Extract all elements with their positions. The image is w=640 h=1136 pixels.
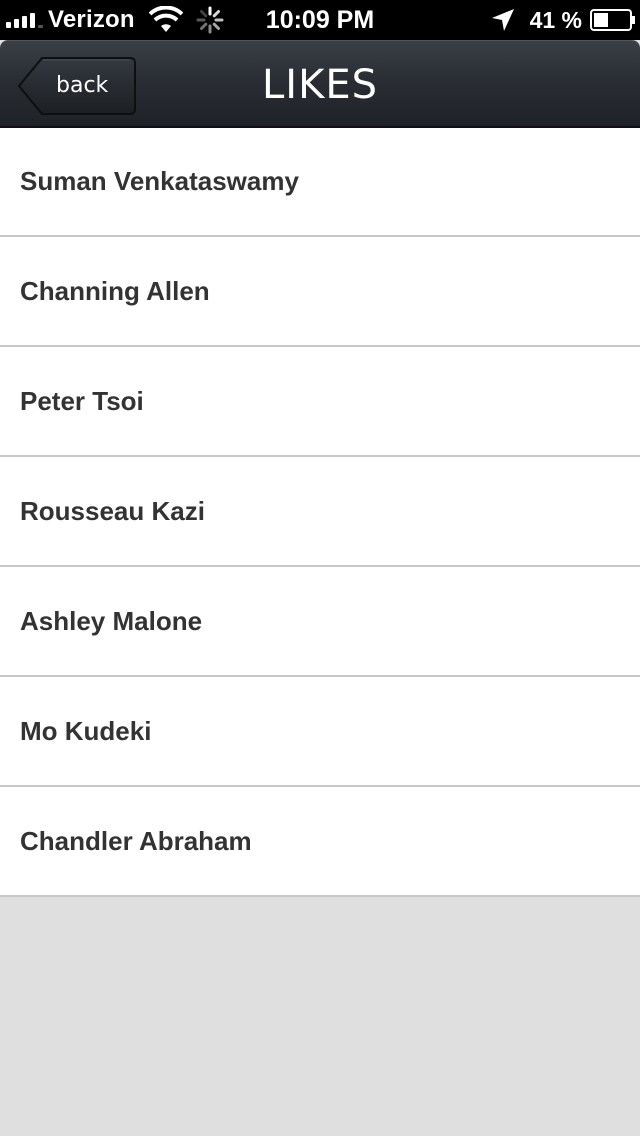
- list-item[interactable]: Suman Venkataswamy: [0, 128, 640, 237]
- list-item[interactable]: Channing Allen: [0, 237, 640, 347]
- page-title: LIKES: [262, 62, 378, 108]
- status-right: 41 %: [490, 0, 636, 40]
- list-item[interactable]: Rousseau Kazi: [0, 457, 640, 567]
- location-icon: [491, 9, 514, 31]
- battery-icon: [590, 9, 635, 31]
- battery-percent: 41 %: [529, 6, 582, 33]
- list-item[interactable]: Chandler Abraham: [0, 787, 640, 897]
- list-item[interactable]: Ashley Malone: [0, 567, 640, 677]
- user-name: Mo Kudeki: [20, 715, 152, 746]
- status-bar: Verizon 10:09 PM 41 %: [0, 0, 640, 40]
- user-name: Rousseau Kazi: [20, 495, 205, 526]
- list-item[interactable]: Mo Kudeki: [0, 677, 640, 787]
- navigation-bar: back LIKES: [0, 40, 640, 128]
- user-name: Ashley Malone: [20, 605, 203, 636]
- user-name: Chandler Abraham: [20, 825, 252, 856]
- list-item[interactable]: Peter Tsoi: [0, 347, 640, 457]
- likes-list: Suman Venkataswamy Channing Allen Peter …: [0, 128, 640, 897]
- user-name: Peter Tsoi: [20, 385, 144, 416]
- user-name: Suman Venkataswamy: [20, 166, 299, 196]
- user-name: Channing Allen: [20, 275, 210, 306]
